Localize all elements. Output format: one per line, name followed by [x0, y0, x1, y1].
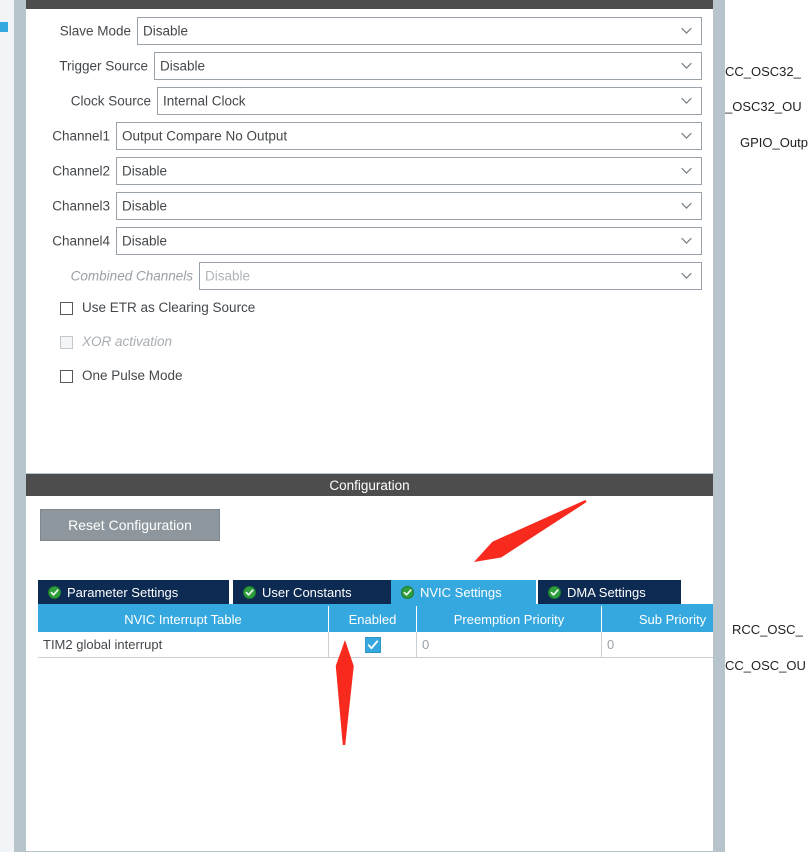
parameter-label: Channel1 — [52, 128, 110, 144]
panel-top-bar — [26, 0, 713, 9]
checkbox-label: One Pulse Mode — [82, 368, 183, 383]
tab-label: DMA Settings — [567, 584, 646, 600]
nvic-table-body: TIM2 global interrupt 0 0 — [38, 632, 743, 658]
chevron-down-icon — [681, 167, 692, 175]
tab-label: User Constants — [262, 584, 352, 600]
parameter-dropdown[interactable]: Internal Clock — [157, 87, 702, 115]
parameter-dropdown[interactable]: Disable — [137, 17, 702, 45]
parameter-dropdown[interactable]: Disable — [116, 192, 702, 220]
signal-label: _OSC32_OU — [725, 99, 802, 114]
green-check-icon — [243, 585, 256, 599]
timer-parameters-panel: Slave Mode Disable Trigger Source Disable Cl… — [26, 9, 713, 461]
green-check-icon — [48, 585, 61, 599]
parameter-row: Clock Source Internal Clock — [26, 87, 713, 115]
chevron-down-icon — [681, 27, 692, 35]
parameter-dropdown[interactable]: Disable — [154, 52, 702, 80]
chevron-down-icon — [681, 97, 692, 105]
parameter-row: Channel1 Output Compare No Output — [26, 122, 713, 150]
chevron-down-icon — [681, 132, 692, 140]
parameter-dropdown-value: Disable — [205, 268, 251, 284]
configuration-title-bar: Configuration — [26, 474, 713, 496]
chevron-down-icon — [681, 272, 692, 280]
parameter-label: Channel4 — [52, 233, 110, 249]
parameter-dropdown[interactable]: Disable — [116, 227, 702, 255]
reset-configuration-label: Reset Configuration — [68, 517, 192, 533]
green-check-icon — [548, 585, 561, 599]
chevron-down-icon — [681, 202, 692, 210]
parameter-dropdown-value: Disable — [160, 58, 206, 74]
checkbox-box[interactable] — [60, 370, 73, 383]
panel-right-border — [713, 0, 725, 852]
parameter-row: Trigger Source Disable — [26, 52, 713, 80]
nvic-interrupt-table: NVIC Interrupt Table Enabled Preemption Pr… — [38, 606, 743, 658]
parameter-dropdown-value: Disable — [122, 198, 168, 214]
signal-label: CC_OSC32_ — [725, 64, 801, 79]
left-tab-fragment[interactable] — [0, 22, 8, 32]
preemption-priority-cell[interactable]: 0 — [416, 632, 602, 658]
tab-label: Parameter Settings — [67, 584, 179, 600]
table-row[interactable]: TIM2 global interrupt 0 0 — [38, 632, 743, 658]
parameter-row: Combined Channels Disable — [26, 262, 713, 290]
left-gutter — [0, 0, 14, 852]
parameter-label: Trigger Source — [59, 58, 148, 74]
configuration-body: Reset Configuration Parameter Settings Us… — [26, 496, 743, 851]
parameter-dropdown[interactable]: Output Compare No Output — [116, 122, 702, 150]
checkbox-label: Use ETR as Clearing Source — [82, 300, 256, 315]
parameter-checkbox-row[interactable]: Use ETR as Clearing Source — [60, 300, 460, 324]
checkbox-label: XOR activation — [82, 334, 173, 349]
parameter-dropdown-value: Disable — [122, 163, 168, 179]
signal-label: CC_OSC_OU — [725, 658, 806, 673]
parameter-row: Channel2 Disable — [26, 157, 713, 185]
configuration-tabs: Parameter Settings User Constants NVIC Set… — [38, 580, 701, 604]
background-signal-labels: CC_OSC32_ _OSC32_OU GPIO_Outp RCC_OSC_ CC_OS… — [725, 0, 808, 852]
nvic-column-header[interactable]: NVIC Interrupt Table — [38, 606, 329, 632]
nvic-interrupt-name: TIM2 global interrupt — [38, 632, 329, 658]
parameter-dropdown: Disable — [199, 262, 702, 290]
parameter-dropdown-value: Disable — [143, 23, 189, 39]
nvic-enabled-cell[interactable] — [328, 632, 417, 658]
parameter-label: Slave Mode — [59, 23, 131, 39]
tab-dma-settings[interactable]: DMA Settings — [538, 580, 681, 604]
signal-label: GPIO_Outp — [740, 135, 808, 150]
nvic-table-header-row: NVIC Interrupt Table Enabled Preemption Pr… — [38, 606, 743, 632]
parameter-label: Clock Source — [70, 93, 151, 109]
configuration-title: Configuration — [329, 477, 410, 493]
parameter-dropdown-value: Internal Clock — [163, 93, 246, 109]
checkbox-box[interactable] — [60, 302, 73, 315]
configuration-panel: Configuration Reset Configuration Parame… — [14, 473, 743, 852]
nvic-column-header[interactable]: Enabled — [328, 606, 417, 632]
nvic-column-header[interactable]: Preemption Priority — [416, 606, 602, 632]
parameter-dropdown-value: Output Compare No Output — [122, 128, 288, 144]
parameter-checkbox-row: XOR activation — [60, 334, 460, 358]
parameter-checkbox-row[interactable]: One Pulse Mode — [60, 368, 460, 392]
chevron-down-icon — [681, 237, 692, 245]
tab-user-constants[interactable]: User Constants — [233, 580, 391, 604]
signal-label: RCC_OSC_ — [732, 622, 803, 637]
reset-configuration-button[interactable]: Reset Configuration — [40, 509, 220, 541]
checkbox-box — [60, 336, 73, 349]
parameter-label: Combined Channels — [70, 268, 193, 284]
green-check-icon — [401, 585, 414, 599]
parameter-dropdown-value: Disable — [122, 233, 168, 249]
parameter-row: Slave Mode Disable — [26, 17, 713, 45]
parameter-dropdown[interactable]: Disable — [116, 157, 702, 185]
parameter-label: Channel3 — [52, 198, 110, 214]
chevron-down-icon — [681, 62, 692, 70]
parameter-label: Channel2 — [52, 163, 110, 179]
tab-nvic-settings[interactable]: NVIC Settings — [391, 580, 536, 604]
enabled-checkbox[interactable] — [364, 636, 381, 653]
tab-parameter-settings[interactable]: Parameter Settings — [38, 580, 229, 604]
parameter-row: Channel4 Disable — [26, 227, 713, 255]
parameter-row: Channel3 Disable — [26, 192, 713, 220]
tab-label: NVIC Settings — [420, 584, 502, 600]
